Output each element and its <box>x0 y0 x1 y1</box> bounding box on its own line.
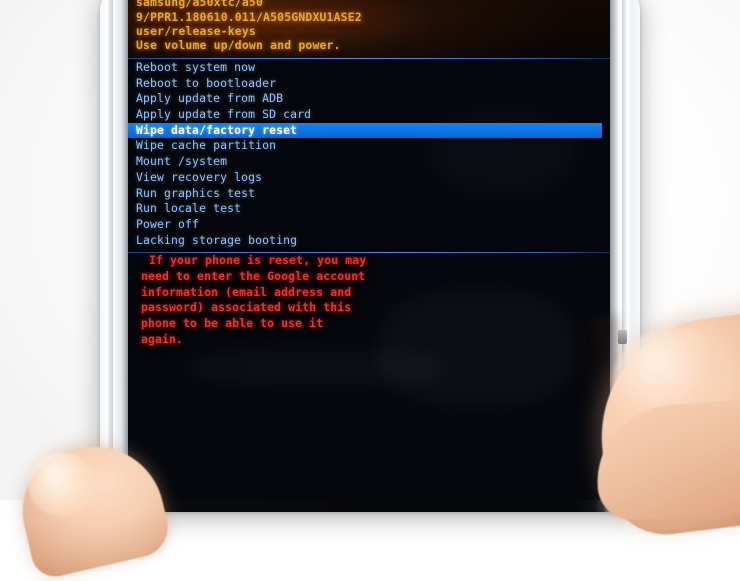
screen-reflection <box>188 348 448 388</box>
menu-item-run-locale-test[interactable]: Run locale test <box>128 201 610 217</box>
factory-reset-warning: If your phone is reset, you may need to … <box>128 253 610 348</box>
warning-line: password) associated with this <box>141 300 352 315</box>
warning-line: If your phone is reset, you may <box>149 253 367 267</box>
header-line-keys: user/release-keys <box>136 23 256 38</box>
phone-right-bezel <box>622 0 632 512</box>
warning-line: phone to be able to use it <box>141 316 324 331</box>
menu-item-lacking-storage-booting[interactable]: Lacking storage booting <box>128 233 610 249</box>
header-line-hint: Use volume up/down and power. <box>136 38 341 53</box>
warning-line: again. <box>141 331 184 346</box>
warning-line: need to enter the Google account <box>141 268 366 283</box>
header-divider <box>128 58 610 59</box>
recovery-menu[interactable]: Reboot system now Reboot to bootloader A… <box>128 60 610 248</box>
menu-item-power-off[interactable]: Power off <box>128 217 610 233</box>
warning-line: information (email address and <box>141 284 352 299</box>
menu-item-wipe-data-factory-reset[interactable]: Wipe data/factory reset <box>128 122 602 139</box>
menu-item-apply-update-from-sd-card[interactable]: Apply update from SD card <box>128 107 610 123</box>
menu-item-reboot-system-now[interactable]: Reboot system now <box>128 60 610 76</box>
phone-left-bezel <box>104 0 113 512</box>
menu-item-run-graphics-test[interactable]: Run graphics test <box>128 186 610 202</box>
menu-item-mount-system[interactable]: Mount /system <box>128 154 610 170</box>
recovery-header-lines: Android Recovery samsung/a50xtc/a50 9/PP… <box>136 0 362 52</box>
menu-item-apply-update-from-adb[interactable]: Apply update from ADB <box>128 91 610 107</box>
header-line-build: 9/PPR1.180610.011/A505GNDXU1ASE2 <box>136 9 362 24</box>
recovery-header: Android Recovery samsung/a50xtc/a50 9/PP… <box>128 0 610 59</box>
phone-power-button[interactable] <box>618 330 627 344</box>
phone-screen: Android Recovery samsung/a50xtc/a50 9/PP… <box>128 0 610 500</box>
menu-item-view-recovery-logs[interactable]: View recovery logs <box>128 170 610 186</box>
menu-item-wipe-cache-partition[interactable]: Wipe cache partition <box>128 138 610 154</box>
header-line-product: samsung/a50xtc/a50 <box>136 0 264 10</box>
menu-item-reboot-to-bootloader[interactable]: Reboot to bootloader <box>128 76 610 92</box>
